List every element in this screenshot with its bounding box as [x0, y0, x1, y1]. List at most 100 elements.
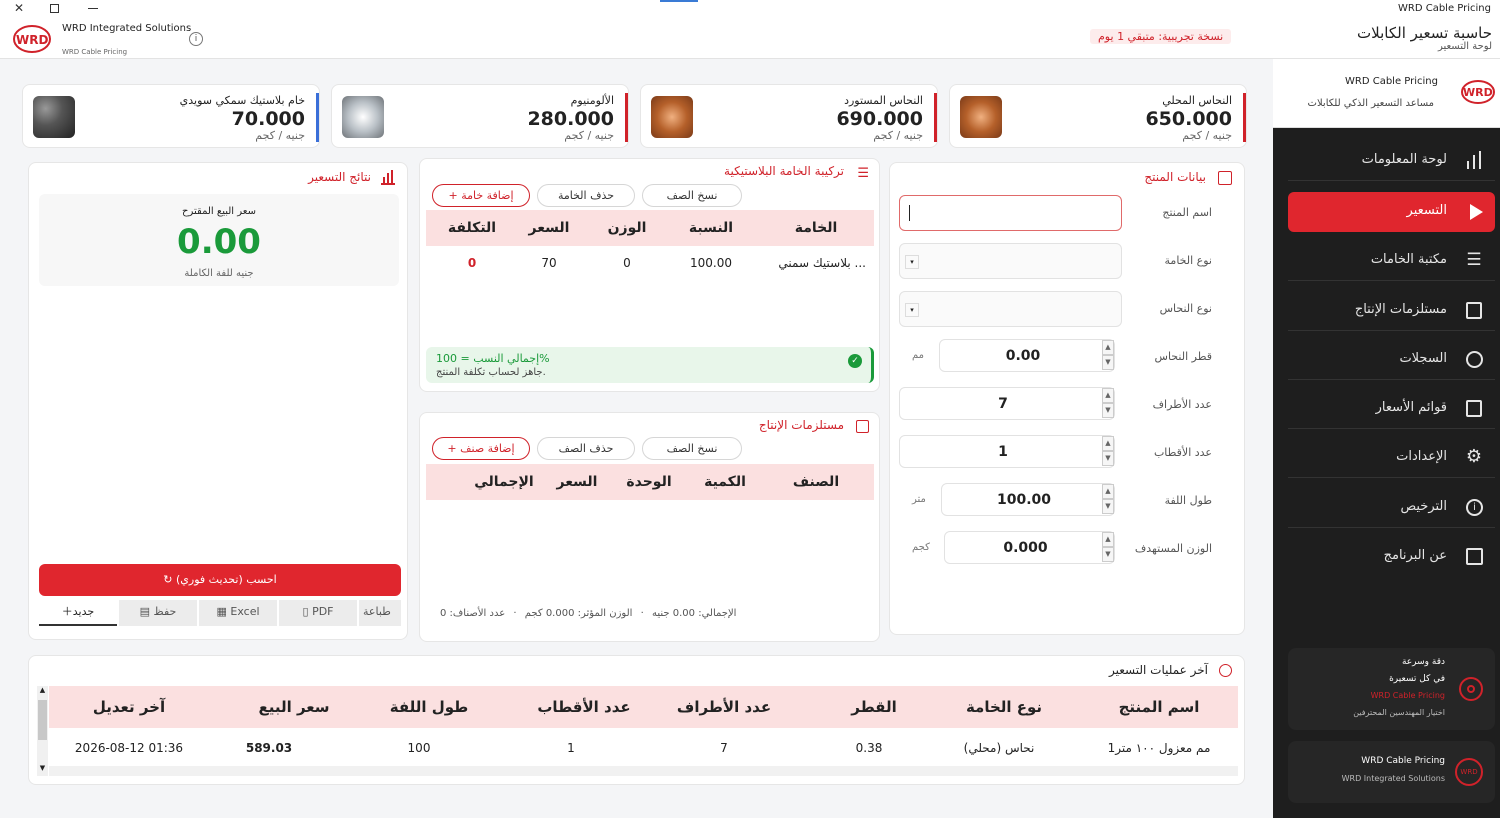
add-material-button[interactable]: + إضافة خامة [432, 184, 530, 207]
price-label: سعر البيع المقترح [182, 206, 256, 217]
material-accent-bar [316, 93, 319, 142]
table-cell: 7 [720, 741, 728, 755]
window-title: WRD Cable Pricing [1398, 3, 1491, 14]
aluminum-coil-icon [342, 96, 384, 138]
footer-count: عدد الأصناف: 0 [440, 608, 506, 619]
restore-window-icon[interactable] [50, 4, 59, 13]
column-header: السعر [556, 474, 598, 490]
table-row[interactable]: بلاستيك سمني ... 100.00 0 70 0 [426, 256, 874, 274]
copy-row-button[interactable]: نسخ الصف [642, 184, 742, 207]
sidebar-item-dashboard[interactable]: لوحة المعلومات [1288, 141, 1495, 181]
close-window-icon[interactable]: ✕ [14, 1, 24, 15]
sidebar-item-settings[interactable]: ⚙ الإعدادات [1288, 438, 1495, 478]
action-tab-label: جديد [72, 605, 95, 618]
material-accent-bar [625, 93, 628, 142]
app-header: WRD WRD Integrated Solutions WRD Cable P… [0, 18, 1500, 59]
sidebar-item-label: قوائم الأسعار [1375, 400, 1447, 415]
action-tab-pdf[interactable]: ▯ PDF [279, 600, 357, 626]
material-unit: جنيه / كجم [1182, 129, 1232, 142]
length-input[interactable]: 100.00 ▲ ▼ [941, 483, 1115, 516]
play-icon [1470, 204, 1483, 220]
recent-table-header: اسم المنتج نوع الخامة القطر عدد الأطراف … [49, 686, 1238, 728]
material-price: 650.000 [1145, 108, 1232, 130]
table-cell: نحاس (محلي) [963, 741, 1035, 755]
promo-line: اختيار المهندسين المحترفين [1353, 708, 1445, 717]
action-tab-print[interactable]: طباعة [359, 600, 401, 626]
info-icon[interactable]: i [189, 32, 203, 46]
ends-count-label: عدد الأطراف [1152, 398, 1212, 411]
diameter-input[interactable]: 0.00 ▲ ▼ [939, 339, 1115, 372]
production-supplies-card: مستلزمات الإنتاج نسخ الصف حذف الصف + إضا… [419, 412, 880, 642]
add-item-button[interactable]: + إضافة صنف [432, 437, 530, 460]
target-weight-spinner[interactable]: ▲ ▼ [1102, 532, 1114, 563]
calculate-button[interactable]: ↻ احسب (تحديث فوري) [39, 564, 401, 596]
sidebar-item-label: التسعير [1406, 203, 1447, 218]
footer-weight: الوزن المؤثر: 0.000 كجم [524, 608, 633, 619]
sidebar-item-materials[interactable]: ☰ مكتبة الخامات [1288, 241, 1495, 281]
table-cell: 100.00 [690, 256, 732, 270]
sidebar-item-license[interactable]: i الترخيص [1288, 488, 1495, 528]
plastic-table-header: الخامة النسبة الوزن السعر التكلفة [426, 210, 874, 246]
separator: · [513, 608, 517, 619]
poles-count-spinner[interactable]: ▲ ▼ [1102, 436, 1114, 467]
trial-badge: نسخة تجريبية: متبقي 1 يوم [1090, 29, 1232, 44]
gear-icon: ⚙ [1465, 446, 1483, 467]
chevron-down-icon: ▾ [905, 255, 919, 269]
sidebar-brand: WRD Cable Pricing [1345, 76, 1438, 87]
column-header: الخامة [794, 220, 838, 236]
scrollbar[interactable]: ▲ ▼ [37, 686, 48, 776]
list-icon [1466, 400, 1482, 417]
row-divider [49, 766, 1238, 776]
poles-count-input[interactable]: 1 ▲ ▼ [899, 435, 1115, 468]
diameter-value: 0.00 [1005, 348, 1041, 364]
table-cell: 589.03 [245, 741, 293, 755]
ends-count-spinner[interactable]: ▲ ▼ [1102, 388, 1114, 419]
column-header: الوحدة [626, 474, 672, 490]
app-logo: WRD [12, 24, 52, 54]
action-tab-save[interactable]: ▤ حفظ [119, 600, 197, 626]
action-tab-new[interactable]: ＋جديد [39, 600, 117, 626]
sidebar-item-records[interactable]: السجلات [1288, 340, 1495, 380]
copper-coil-icon [651, 96, 693, 138]
poles-count-label: عدد الأقطاب [1153, 446, 1212, 459]
product-name-input[interactable] [899, 195, 1122, 231]
column-header: اسم المنتج [1118, 698, 1200, 716]
file-icon: ▯ [302, 605, 313, 618]
column-header: الوزن [607, 220, 647, 236]
sidebar-item-supplies[interactable]: مستلزمات الإنتاج [1288, 291, 1495, 331]
minimize-window-icon[interactable] [88, 8, 98, 9]
chevron-down-icon: ▾ [905, 303, 919, 317]
table-cell: 1 [567, 741, 575, 755]
sidebar-brand-box: WRD WRD Cable Pricing مساعد التسعير الذك… [1273, 59, 1500, 128]
delete-material-button[interactable]: حذف الخامة [537, 184, 635, 207]
diameter-spinner[interactable]: ▲ ▼ [1102, 340, 1114, 371]
ends-count-input[interactable]: 7 ▲ ▼ [899, 387, 1115, 420]
promo-card: WRD WRD Cable Pricing WRD Integrated Sol… [1288, 741, 1495, 803]
action-tab-label: PDF [312, 605, 334, 618]
sidebar-item-about[interactable]: عن البرنامج [1288, 537, 1495, 577]
table-row[interactable]: 1مم معزول ١٠٠ متر نحاس (محلي) 0.38 7 1 1… [49, 741, 1238, 763]
length-label: طول اللفة [1164, 494, 1212, 507]
sidebar-item-price-lists[interactable]: قوائم الأسعار [1288, 389, 1495, 429]
document-icon [1466, 302, 1482, 319]
calculate-button-label: احسب (تحديث فوري) [176, 573, 277, 586]
sidebar-brand-sub: مساعد التسعير الذكي للكابلات [1307, 98, 1434, 109]
sidebar-item-pricing[interactable]: التسعير [1288, 192, 1495, 232]
target-weight-input[interactable]: 0.000 ▲ ▼ [944, 531, 1115, 564]
app-title: حاسبة تسعير الكابلات [1357, 24, 1492, 42]
clock-icon [1219, 664, 1232, 677]
material-type-select[interactable]: ▾ [899, 243, 1122, 279]
diameter-unit: مم [912, 350, 925, 361]
action-tab-excel[interactable]: ▦ Excel [199, 600, 277, 626]
document-icon [1218, 171, 1232, 185]
copy-row-button[interactable]: نسخ الصف [642, 437, 742, 460]
material-card: خام بلاستيك سمكي سويدي 70.000 جنيه / كجم [22, 84, 320, 148]
promo-line: WRD Integrated Solutions [1341, 774, 1445, 783]
copper-type-select[interactable]: ▾ [899, 291, 1122, 327]
material-accent-bar [1243, 93, 1246, 142]
length-spinner[interactable]: ▲ ▼ [1102, 484, 1114, 515]
check-icon: ✓ [848, 354, 862, 368]
column-header: عدد الأقطاب [537, 698, 631, 716]
delete-row-button[interactable]: حذف الصف [537, 437, 635, 460]
product-name-label: اسم المنتج [1162, 206, 1212, 219]
